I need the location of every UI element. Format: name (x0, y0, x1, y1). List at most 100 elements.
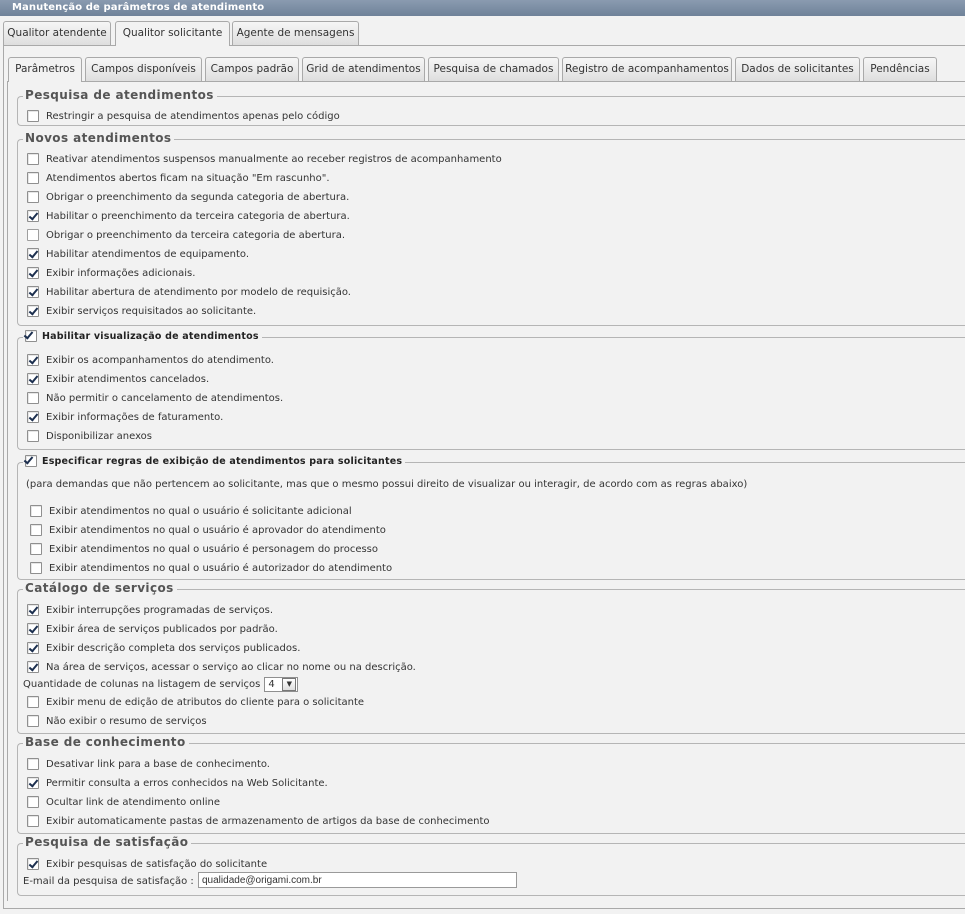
option-label: Exibir atendimentos cancelados. (46, 373, 210, 385)
checkbox[interactable] (27, 248, 39, 260)
option-label: Exibir área de serviços publicados por p… (46, 623, 278, 635)
checkbox[interactable] (27, 777, 39, 789)
tab-grid-de-atendimentos[interactable]: Grid de atendimentos (302, 57, 425, 81)
legend-regras[interactable]: Especificar regras de exibição de atendi… (23, 455, 406, 467)
checkbox[interactable] (25, 455, 37, 467)
checkbox[interactable] (27, 858, 39, 870)
checkbox[interactable] (27, 623, 39, 635)
option-nao-permitir-cancelamento[interactable]: Não permitir o cancelamento de atendimen… (27, 391, 283, 405)
option-label: Habilitar atendimentos de equipamento. (46, 248, 250, 260)
legend-label: Habilitar visualização de atendimentos (42, 330, 259, 342)
checkbox[interactable] (27, 267, 39, 279)
option-label: Obrigar o preenchimento da segunda categ… (46, 191, 350, 203)
option-label: Exibir automaticamente pastas de armazen… (46, 815, 490, 827)
option-atendimentos-equipamento[interactable]: Habilitar atendimentos de equipamento. (27, 247, 249, 261)
email-field[interactable] (198, 872, 517, 888)
option-obrigar-segunda-categoria[interactable]: Obrigar o preenchimento da segunda categ… (27, 190, 349, 204)
checkbox[interactable] (27, 392, 39, 404)
option-exibir-faturamento[interactable]: Exibir informações de faturamento. (27, 410, 223, 424)
option-erros-conhecidos[interactable]: Permitir consulta a erros conhecidos na … (27, 776, 328, 790)
option-area-servicos-publicados[interactable]: Exibir área de serviços publicados por p… (27, 622, 278, 636)
option-label: Exibir serviços requisitados ao solicita… (46, 305, 257, 317)
checkbox[interactable] (27, 373, 39, 385)
option-aprovador[interactable]: Exibir atendimentos no qual o usuário é … (30, 523, 386, 537)
checkbox[interactable] (27, 715, 39, 727)
option-label: Exibir os acompanhamentos do atendimento… (46, 354, 274, 366)
checkbox[interactable] (27, 604, 39, 616)
tab-pesquisa-de-chamados[interactable]: Pesquisa de chamados (428, 57, 559, 81)
legend-visualizacao[interactable]: Habilitar visualização de atendimentos (23, 330, 262, 342)
checkbox[interactable] (27, 411, 39, 423)
option-ocultar-link-online[interactable]: Ocultar link de atendimento online (27, 795, 220, 809)
columns-label: Quantidade de colunas na listagem de ser… (23, 678, 261, 690)
legend-label: Especificar regras de exibição de atendi… (42, 455, 403, 467)
option-label: Restringir a pesquisa de atendimentos ap… (46, 110, 340, 122)
checkbox[interactable] (27, 354, 39, 366)
option-autorizador[interactable]: Exibir atendimentos no qual o usuário é … (30, 561, 392, 575)
option-interrupcoes-programadas[interactable]: Exibir interrupções programadas de servi… (27, 603, 273, 617)
option-acessar-servico-ao-clicar[interactable]: Na área de serviços, acessar o serviço a… (27, 660, 416, 674)
columns-row: Quantidade de colunas na listagem de ser… (23, 676, 299, 692)
option-exibir-cancelados[interactable]: Exibir atendimentos cancelados. (27, 372, 209, 386)
checkbox[interactable] (30, 524, 42, 536)
checkbox[interactable] (27, 153, 39, 165)
checkbox[interactable] (27, 815, 39, 827)
option-restringir-pesquisa[interactable]: Restringir a pesquisa de atendimentos ap… (27, 109, 340, 123)
columns-select[interactable]: 4 ▼ (264, 676, 299, 692)
checkbox[interactable] (27, 191, 39, 203)
option-label: Desativar link para a base de conhecimen… (46, 758, 270, 770)
option-menu-edicao-atributos[interactable]: Exibir menu de edição de atributos do cl… (27, 695, 364, 709)
tab-qualitor-atendente[interactable]: Qualitor atendente (3, 21, 111, 45)
option-obrigar-terceira-categoria[interactable]: Obrigar o preenchimento da terceira cate… (27, 228, 345, 242)
tab-qualitor-solicitante[interactable]: Qualitor solicitante (115, 21, 230, 46)
option-label: Exibir menu de edição de atributos do cl… (46, 696, 365, 708)
option-desativar-link-base[interactable]: Desativar link para a base de conhecimen… (27, 757, 270, 771)
tab-campos-disponiveis[interactable]: Campos disponíveis (85, 57, 202, 81)
checkbox[interactable] (27, 661, 39, 673)
option-descricao-completa[interactable]: Exibir descrição completa dos serviços p… (27, 641, 300, 655)
checkbox[interactable] (27, 229, 39, 241)
option-label: Não permitir o cancelamento de atendimen… (46, 392, 284, 404)
tab-parametros[interactable]: Parâmetros (8, 57, 82, 82)
option-label: Exibir informações adicionais. (46, 267, 196, 279)
checkbox[interactable] (27, 172, 39, 184)
option-habilitar-terceira-categoria[interactable]: Habilitar o preenchimento da terceira ca… (27, 209, 350, 223)
option-reativar-suspensos[interactable]: Reativar atendimentos suspensos manualme… (27, 152, 502, 166)
option-personagem[interactable]: Exibir atendimentos no qual o usuário é … (30, 542, 378, 556)
option-informacoes-adicionais[interactable]: Exibir informações adicionais. (27, 266, 195, 280)
checkbox[interactable] (27, 210, 39, 222)
tab-campos-padrao[interactable]: Campos padrão (205, 57, 299, 81)
checkbox[interactable] (27, 305, 39, 317)
checkbox[interactable] (27, 696, 39, 708)
tab-dados-de-solicitantes[interactable]: Dados de solicitantes (735, 57, 860, 81)
option-exibir-pastas-automaticamente[interactable]: Exibir automaticamente pastas de armazen… (27, 814, 489, 828)
legend-catalogo-de-servicos: Catálogo de serviços (23, 581, 177, 595)
checkbox[interactable] (30, 543, 42, 555)
checkbox[interactable] (27, 430, 39, 442)
option-label: Disponibilizar anexos (46, 430, 153, 442)
tab-pendencias[interactable]: Pendências (863, 57, 937, 81)
option-exibir-pesquisas-satisfacao[interactable]: Exibir pesquisas de satisfação do solici… (27, 857, 267, 871)
legend-pesquisa-de-atendimentos: Pesquisa de atendimentos (23, 88, 217, 102)
option-modelo-de-requisicao[interactable]: Habilitar abertura de atendimento por mo… (27, 285, 351, 299)
legend-base-de-conhecimento: Base de conhecimento (23, 735, 189, 749)
checkbox[interactable] (27, 796, 39, 808)
checkbox[interactable] (30, 562, 42, 574)
checkbox[interactable] (27, 110, 39, 122)
option-solicitante-adicional[interactable]: Exibir atendimentos no qual o usuário é … (30, 504, 352, 518)
option-label: Na área de serviços, acessar o serviço a… (46, 661, 416, 673)
option-disponibilizar-anexos[interactable]: Disponibilizar anexos (27, 429, 152, 443)
tab-agente-de-mensagens[interactable]: Agente de mensagens (232, 21, 359, 45)
checkbox[interactable] (27, 642, 39, 654)
option-exibir-acompanhamentos[interactable]: Exibir os acompanhamentos do atendimento… (27, 353, 274, 367)
option-em-rascunho[interactable]: Atendimentos abertos ficam na situação "… (27, 171, 330, 185)
option-nao-exibir-resumo[interactable]: Não exibir o resumo de serviços (27, 714, 207, 728)
option-servicos-requisitados[interactable]: Exibir serviços requisitados ao solicita… (27, 304, 256, 318)
chevron-down-icon[interactable]: ▼ (282, 677, 297, 691)
checkbox[interactable] (30, 505, 42, 517)
checkbox[interactable] (27, 758, 39, 770)
checkbox[interactable] (25, 330, 37, 342)
legend-novos-atendimentos: Novos atendimentos (23, 131, 175, 145)
checkbox[interactable] (27, 286, 39, 298)
tab-registro-de-acompanhamentos[interactable]: Registro de acompanhamentos (562, 57, 732, 81)
